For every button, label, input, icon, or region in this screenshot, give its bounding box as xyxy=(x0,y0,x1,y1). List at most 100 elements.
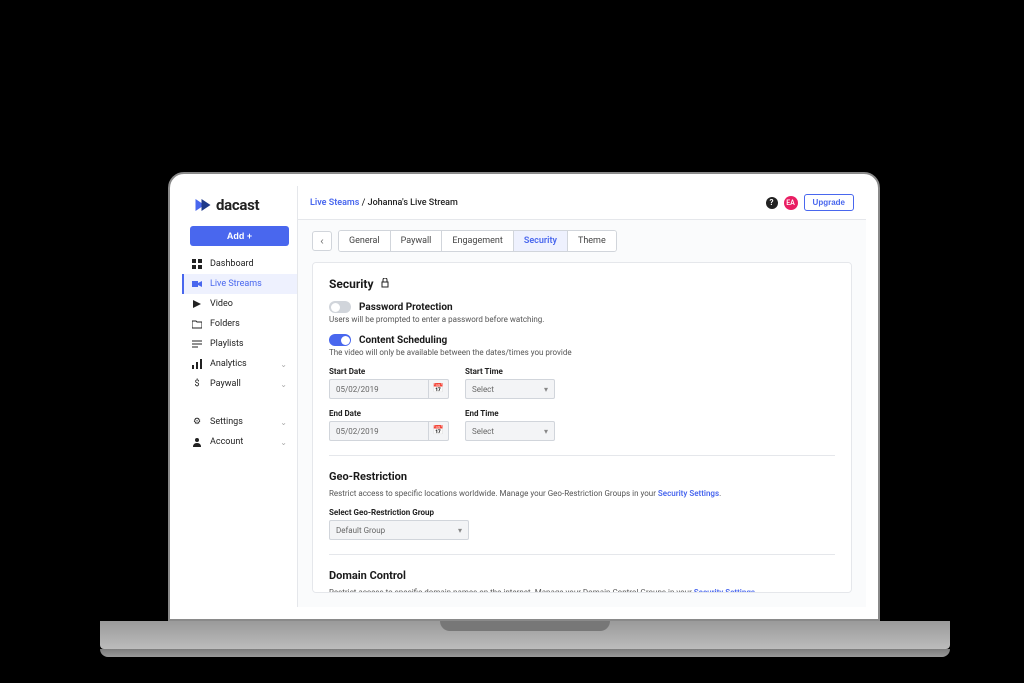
person-icon xyxy=(192,437,202,447)
tab-engagement[interactable]: Engagement xyxy=(442,231,513,251)
password-protection-label: Password Protection xyxy=(359,302,453,313)
playlist-icon xyxy=(192,339,202,349)
end-date-value: 05/02/2019 xyxy=(336,427,379,436)
start-row: Start Date 05/02/2019 📅 Start Time Selec… xyxy=(329,367,835,399)
logo-text: dacast xyxy=(216,196,259,214)
sidebar-item-label: Account xyxy=(210,437,243,447)
geo-group-value: Default Group xyxy=(336,526,385,535)
logo-icon xyxy=(194,196,212,214)
sidebar-item-dashboard[interactable]: Dashboard xyxy=(182,254,297,274)
laptop-notch xyxy=(440,621,610,631)
folder-icon xyxy=(192,319,202,329)
help-icon[interactable]: ? xyxy=(766,197,778,209)
chevron-down-icon: ⌄ xyxy=(280,360,287,369)
sidebar-item-label: Settings xyxy=(210,417,243,427)
geo-group-field: Select Geo-Restriction Group Default Gro… xyxy=(329,508,835,540)
breadcrumb-separator: / xyxy=(359,198,367,208)
sidebar-item-label: Playlists xyxy=(210,339,244,349)
sidebar-item-account[interactable]: Account ⌄ xyxy=(182,432,297,452)
password-protection-toggle[interactable] xyxy=(329,301,351,313)
sidebar-item-video[interactable]: Video xyxy=(182,294,297,314)
tabs-row: ‹ General Paywall Engagement Security Th… xyxy=(298,220,866,262)
section-title-label: Security xyxy=(329,277,374,291)
start-time-field: Start Time Select ▾ xyxy=(465,367,555,399)
start-date-field: Start Date 05/02/2019 📅 xyxy=(329,367,449,399)
start-date-input[interactable]: 05/02/2019 📅 xyxy=(329,379,449,399)
sidebar-item-analytics[interactable]: Analytics ⌄ xyxy=(182,354,297,374)
breadcrumb: Live Steams / Johanna's Live Stream xyxy=(310,198,458,208)
tab-general[interactable]: General xyxy=(339,231,391,251)
end-date-label: End Date xyxy=(329,409,449,418)
sidebar-item-label: Video xyxy=(210,299,233,309)
end-time-field: End Time Select ▾ xyxy=(465,409,555,441)
laptop-frame: dacast Add + Dashboard Live Streams Vide… xyxy=(168,172,880,621)
password-protection-helper: Users will be prompted to enter a passwo… xyxy=(329,315,835,324)
logo: dacast xyxy=(182,186,297,222)
sidebar-item-settings[interactable]: ⚙ Settings ⌄ xyxy=(182,412,297,432)
geo-restriction-helper: Restrict access to specific locations wo… xyxy=(329,489,835,498)
security-settings-link[interactable]: Security Settings xyxy=(694,588,755,593)
start-date-label: Start Date xyxy=(329,367,449,376)
sidebar-item-folders[interactable]: Folders xyxy=(182,314,297,334)
start-date-value: 05/02/2019 xyxy=(336,385,379,394)
domain-control-helper: Restrict access to specific domain names… xyxy=(329,588,835,593)
tab-theme[interactable]: Theme xyxy=(568,231,616,251)
section-title-security: Security xyxy=(329,277,835,291)
chevron-down-icon: ⌄ xyxy=(280,380,287,389)
gear-icon: ⚙ xyxy=(192,417,202,427)
content-scheduling-toggle[interactable] xyxy=(329,334,351,346)
add-button[interactable]: Add + xyxy=(190,226,289,246)
back-button[interactable]: ‹ xyxy=(312,231,332,251)
play-icon xyxy=(192,299,202,309)
sidebar-item-label: Dashboard xyxy=(210,259,254,269)
divider xyxy=(329,554,835,555)
end-time-label: End Time xyxy=(465,409,555,418)
dollar-icon: $ xyxy=(192,379,202,389)
tabs: General Paywall Engagement Security Them… xyxy=(338,230,617,252)
content-scheduling-helper: The video will only be available between… xyxy=(329,348,835,357)
start-time-select[interactable]: Select ▾ xyxy=(465,379,555,399)
breadcrumb-link[interactable]: Live Steams xyxy=(310,198,359,208)
dashboard-icon xyxy=(192,259,202,269)
divider xyxy=(329,455,835,456)
chevron-down-icon: ▾ xyxy=(452,526,468,535)
avatar[interactable]: EA xyxy=(784,196,798,210)
sidebar: dacast Add + Dashboard Live Streams Vide… xyxy=(182,186,298,607)
calendar-icon: 📅 xyxy=(428,422,448,440)
password-protection-row: Password Protection xyxy=(329,301,835,313)
chevron-down-icon: ▾ xyxy=(538,427,554,436)
geo-group-label: Select Geo-Restriction Group xyxy=(329,508,835,517)
sidebar-item-paywall[interactable]: $ Paywall ⌄ xyxy=(182,374,297,394)
security-settings-link[interactable]: Security Settings xyxy=(658,489,719,498)
chevron-down-icon: ⌄ xyxy=(280,418,287,427)
sidebar-item-live-streams[interactable]: Live Streams xyxy=(182,274,297,294)
geo-group-select[interactable]: Default Group ▾ xyxy=(329,520,469,540)
geo-restriction-title: Geo-Restriction xyxy=(329,470,835,483)
chevron-down-icon: ▾ xyxy=(538,385,554,394)
sidebar-item-playlists[interactable]: Playlists xyxy=(182,334,297,354)
end-date-field: End Date 05/02/2019 📅 xyxy=(329,409,449,441)
analytics-icon xyxy=(192,359,202,369)
sidebar-item-label: Live Streams xyxy=(210,279,262,289)
start-time-label: Start Time xyxy=(465,367,555,376)
content-scheduling-label: Content Scheduling xyxy=(359,335,447,346)
breadcrumb-current: Johanna's Live Stream xyxy=(368,198,458,208)
upgrade-button[interactable]: Upgrade xyxy=(804,194,854,211)
tab-paywall[interactable]: Paywall xyxy=(391,231,443,251)
chevron-left-icon: ‹ xyxy=(320,236,323,247)
camera-icon xyxy=(192,279,202,289)
content-panel: Security Password Protection Users will … xyxy=(312,262,852,593)
end-date-input[interactable]: 05/02/2019 📅 xyxy=(329,421,449,441)
tab-security[interactable]: Security xyxy=(514,231,568,251)
end-time-select[interactable]: Select ▾ xyxy=(465,421,555,441)
topbar: Live Steams / Johanna's Live Stream ? EA… xyxy=(298,186,866,220)
app-window: dacast Add + Dashboard Live Streams Vide… xyxy=(182,186,866,607)
end-row: End Date 05/02/2019 📅 End Time Select ▾ xyxy=(329,409,835,441)
sidebar-item-label: Analytics xyxy=(210,359,247,369)
content-scheduling-row: Content Scheduling xyxy=(329,334,835,346)
sidebar-item-label: Paywall xyxy=(210,379,241,389)
chevron-down-icon: ⌄ xyxy=(280,438,287,447)
nav-group-main: Dashboard Live Streams Video Folders Pla… xyxy=(182,254,297,394)
laptop-feet xyxy=(100,649,950,657)
topbar-right: ? EA Upgrade xyxy=(766,194,854,211)
